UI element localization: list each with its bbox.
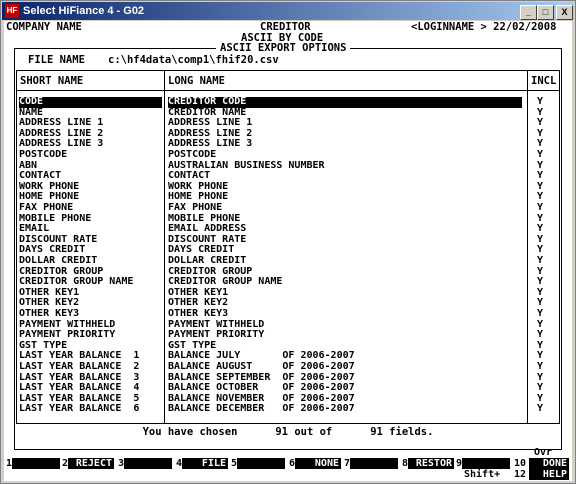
column-header-short-name: SHORT NAME <box>20 75 84 87</box>
window-title: Select HiFiance 4 - G02 <box>23 5 145 17</box>
long-name-cell[interactable]: DOLLAR CREDIT <box>168 255 246 267</box>
short-name-cell[interactable]: FAX PHONE <box>19 202 73 214</box>
short-name-cell[interactable]: CODE <box>19 96 162 108</box>
reject-button[interactable]: REJECT <box>68 458 114 469</box>
file-name-field[interactable]: c:\hf4data\comp1\fhif20.csv <box>108 54 279 66</box>
status-line: You have chosen 91 out of 91 fields. <box>4 425 572 439</box>
function-key-bar: Ovr 1 2 REJECT 3 4 FILE 5 6 NONE 7 8 RES… <box>4 447 572 481</box>
title-bar[interactable]: HF Select HiFiance 4 - G02 _ □ X <box>2 2 574 20</box>
long-name-cell[interactable]: BALANCE AUGUST OF 2006-2007 <box>168 361 355 373</box>
f7-button[interactable] <box>350 458 398 469</box>
f1-button[interactable] <box>12 458 60 469</box>
column-header-long-name: LONG NAME <box>168 75 225 87</box>
long-name-cell[interactable]: FAX PHONE <box>168 202 222 214</box>
long-name-cell[interactable]: OTHER KEY3 <box>168 308 228 320</box>
column-divider-1 <box>164 70 165 423</box>
long-name-cell[interactable]: CREDITOR CODE <box>168 96 522 108</box>
include-flag-cell[interactable]: Y <box>537 308 543 320</box>
include-flag-cell[interactable]: Y <box>537 404 543 415</box>
long-name-cell[interactable]: BALANCE DECEMBER OF 2006-2007 <box>168 404 355 415</box>
maximize-button[interactable]: □ <box>537 5 554 20</box>
short-name-cell[interactable]: OTHER KEY3 <box>19 308 79 320</box>
status-prefix: You have chosen <box>142 426 238 438</box>
table-header-divider <box>16 90 559 91</box>
fkey-10-number: 10 <box>514 458 527 469</box>
column-header-incl: INCL <box>531 75 557 87</box>
overwrite-indicator: Ovr <box>534 447 553 458</box>
help-button[interactable]: HELP <box>529 469 569 480</box>
shift-label: Shift+ <box>464 469 501 480</box>
include-flag-cell[interactable]: Y <box>537 361 543 373</box>
file-name-label: FILE NAME <box>28 54 85 66</box>
f9-button[interactable] <box>462 458 510 469</box>
column-divider-2 <box>527 70 528 423</box>
short-name-cell[interactable]: DOLLAR CREDIT <box>19 255 97 267</box>
login-date: <LOGINNAME > 22/02/2008 <box>411 21 557 33</box>
include-flag-cell[interactable]: Y <box>537 96 543 108</box>
f3-button[interactable] <box>124 458 172 469</box>
status-suffix: fields. <box>389 426 434 438</box>
file-button[interactable]: FILE <box>182 458 228 469</box>
long-name-cell[interactable]: POSTCODE <box>168 149 216 161</box>
include-flag-cell[interactable]: Y <box>537 149 543 161</box>
panel-title: ASCII EXPORT OPTIONS <box>216 42 351 54</box>
chosen-count: 91 <box>275 426 288 438</box>
company-name: COMPANY NAME <box>6 21 82 33</box>
fkey-12-number: 12 <box>514 469 527 480</box>
done-button[interactable]: DONE <box>529 458 569 469</box>
close-button[interactable]: X <box>556 5 573 20</box>
restore-button[interactable]: RESTOR <box>408 458 454 469</box>
status-mid: out of <box>294 426 333 438</box>
minimize-button[interactable]: _ <box>520 5 537 20</box>
app-icon: HF <box>5 4 19 18</box>
f5-button[interactable] <box>237 458 285 469</box>
none-button[interactable]: NONE <box>295 458 341 469</box>
short-name-cell[interactable]: LAST YEAR BALANCE 6 <box>19 404 139 415</box>
short-name-cell[interactable]: LAST YEAR BALANCE 2 <box>19 361 139 373</box>
app-window: HF Select HiFiance 4 - G02 _ □ X COMPANY… <box>0 0 576 484</box>
include-flag-cell[interactable]: Y <box>537 202 543 214</box>
short-name-cell[interactable]: POSTCODE <box>19 149 67 161</box>
total-count: 91 <box>370 426 383 438</box>
include-flag-cell[interactable]: Y <box>537 255 543 267</box>
terminal-screen: COMPANY NAME CREDITOR <LOGINNAME > 22/02… <box>4 21 572 481</box>
